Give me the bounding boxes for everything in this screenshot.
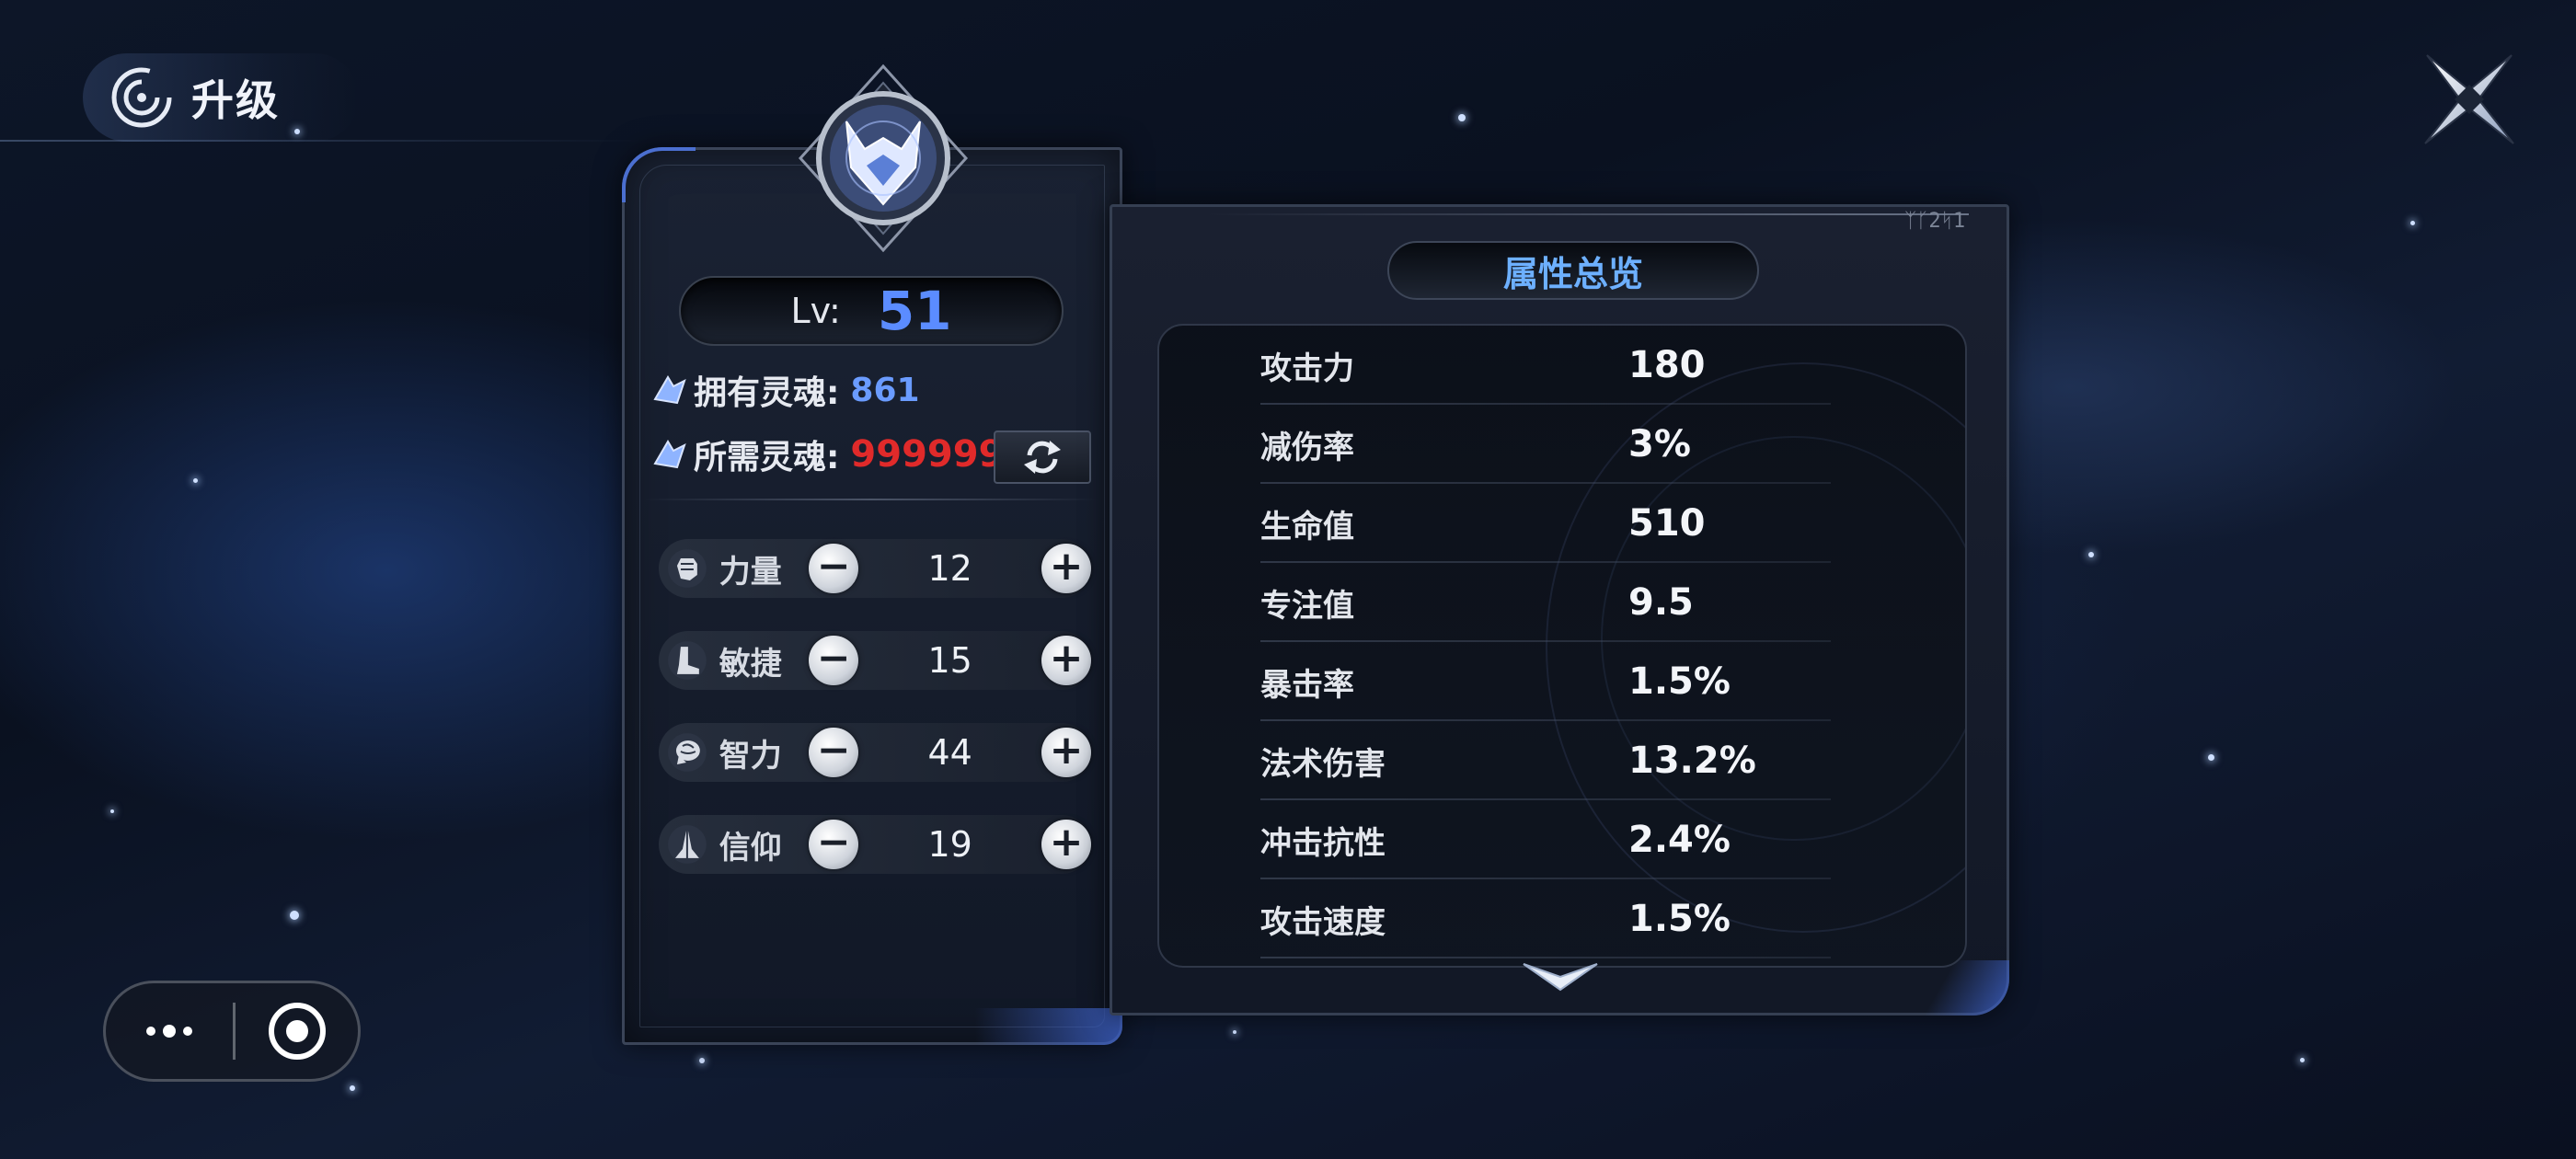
- stat-value: 44: [927, 732, 972, 773]
- attribute-row: 暴击率 1.5%: [1260, 642, 1831, 721]
- stat-label: 信仰: [719, 829, 782, 866]
- increase-faith-button[interactable]: +: [1041, 820, 1091, 869]
- attribute-overview-label: 属性总览: [1502, 253, 1643, 294]
- attribute-value: 9.5: [1628, 581, 1694, 624]
- fist-icon: [667, 549, 707, 588]
- attribute-row: 专注值 9.5: [1260, 563, 1831, 642]
- attribute-row: 减伤率 3%: [1260, 405, 1831, 484]
- level-value: 51: [877, 280, 952, 342]
- character-emblem-icon: [798, 63, 969, 253]
- close-icon[interactable]: [2418, 48, 2521, 151]
- page-title: 升级: [191, 75, 280, 125]
- refresh-button[interactable]: [994, 430, 1091, 484]
- attribute-overview-title: 属性总览: [1387, 241, 1759, 300]
- attribute-value: 13.2%: [1628, 740, 1756, 782]
- stat-value: 12: [927, 548, 972, 589]
- mini-program-capsule: [103, 981, 361, 1082]
- attribute-name: 法术伤害: [1260, 745, 1386, 783]
- attribute-value: 1.5%: [1628, 898, 1731, 940]
- scroll-down-arrow-icon[interactable]: [1520, 957, 1601, 997]
- attribute-name: 暴击率: [1260, 666, 1354, 704]
- needed-souls-label: 所需灵魂:: [694, 439, 840, 476]
- attribute-value: 180: [1628, 344, 1706, 386]
- attribute-name: 生命值: [1260, 508, 1354, 545]
- attribute-row: 生命值 510: [1260, 484, 1831, 563]
- attribute-value: 1.5%: [1628, 660, 1731, 703]
- attribute-row: 冲击抗性 2.4%: [1260, 800, 1831, 879]
- more-options-button[interactable]: [106, 1025, 233, 1038]
- panel-divider: [644, 499, 1098, 500]
- attribute-name: 减伤率: [1260, 429, 1354, 466]
- decrease-agility-button[interactable]: −: [809, 636, 859, 685]
- attribute-value: 510: [1628, 502, 1706, 545]
- decrease-strength-button[interactable]: −: [809, 544, 859, 593]
- attribute-list[interactable]: 攻击力 180 减伤率 3% 生命值 510 专注值 9.5 暴击率 1.5% …: [1157, 324, 1967, 968]
- attribute-name: 攻击力: [1260, 350, 1354, 387]
- attribute-name: 攻击速度: [1260, 903, 1386, 941]
- stat-row-strength: 力量 − 12 +: [659, 539, 1091, 598]
- brain-icon: [667, 733, 707, 772]
- level-label: Lv:: [790, 291, 841, 331]
- owned-souls-label: 拥有灵魂:: [694, 374, 840, 412]
- attribute-name: 冲击抗性: [1260, 824, 1386, 862]
- attribute-row: 攻击速度 1.5%: [1260, 879, 1831, 958]
- attribute-value: 2.4%: [1628, 819, 1731, 861]
- boot-icon: [667, 641, 707, 680]
- refresh-icon: [1024, 441, 1061, 474]
- decrease-faith-button[interactable]: −: [809, 820, 859, 869]
- level-display: Lv: 51: [679, 276, 1064, 346]
- stat-label: 力量: [719, 553, 782, 591]
- owned-souls-row: 拥有灵魂: 861: [651, 366, 920, 414]
- attribute-name: 专注值: [1260, 587, 1354, 625]
- stat-row-faith: 信仰 − 19 +: [659, 815, 1091, 874]
- record-button[interactable]: [236, 1001, 358, 1061]
- record-icon: [268, 1003, 326, 1060]
- stat-value: 19: [927, 824, 972, 865]
- increase-intelligence-button[interactable]: +: [1041, 728, 1091, 777]
- decrease-intelligence-button[interactable]: −: [809, 728, 859, 777]
- owned-souls-value: 861: [850, 371, 920, 409]
- needed-souls-row: 所需灵魂: 999999: [651, 430, 1004, 478]
- praying-hands-icon: [667, 825, 707, 864]
- stat-value: 15: [927, 640, 972, 681]
- attribute-row: 法术伤害 13.2%: [1260, 721, 1831, 800]
- stat-label: 智力: [719, 737, 782, 775]
- needed-souls-value: 999999: [850, 433, 1005, 476]
- page-header: 升级: [83, 53, 359, 142]
- increase-strength-button[interactable]: +: [1041, 544, 1091, 593]
- swirl-logo-icon: [111, 67, 172, 128]
- attribute-row: 攻击力 180: [1260, 326, 1831, 405]
- stat-label: 敏捷: [719, 645, 782, 683]
- panel-corner-runes: ᛉᚴ2ᛋ1: [1904, 210, 1966, 233]
- soul-crystal-icon: [653, 375, 686, 405]
- increase-agility-button[interactable]: +: [1041, 636, 1091, 685]
- stat-row-intelligence: 智力 − 44 +: [659, 723, 1091, 782]
- soul-crystal-icon: [653, 440, 686, 469]
- stat-row-agility: 敏捷 − 15 +: [659, 631, 1091, 690]
- panel-top-line: [1205, 213, 1969, 215]
- attribute-value: 3%: [1628, 423, 1691, 465]
